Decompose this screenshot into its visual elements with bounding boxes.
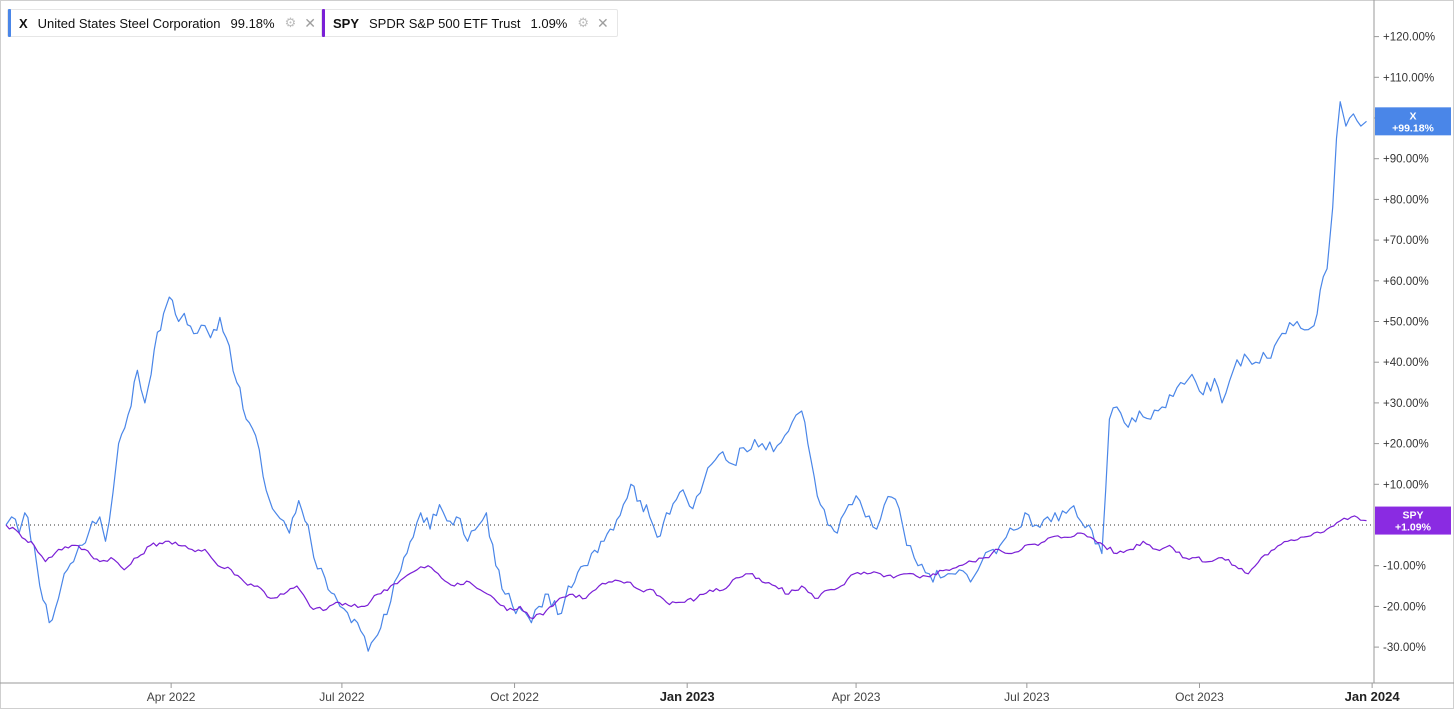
y-axis: +120.00%+110.00%+100.00%+90.00%+80.00%+7… [1373,0,1435,683]
x-tick-label: Jul 2022 [319,690,365,704]
series-lines [5,101,1367,652]
chart-plot[interactable]: +120.00%+110.00%+100.00%+90.00%+80.00%+7… [0,0,1454,709]
y-tick-label: -20.00% [1383,601,1426,613]
x-tick-label: Jan 2024 [1345,689,1401,704]
y-tick-label: +70.00% [1383,235,1429,247]
y-tick-label: +80.00% [1383,194,1429,206]
y-tick-label: +10.00% [1383,479,1429,491]
y-tick-label: +20.00% [1383,439,1429,451]
x-axis: Apr 2022 Jul 2022 Oct 2022 Jan 2023 Apr 2023… [0,682,1454,704]
x-tick-label: Oct 2023 [1175,690,1224,704]
x-tick-label: Apr 2023 [832,690,881,704]
x-tick-label: Apr 2022 [147,690,196,704]
series-line-x [5,101,1367,652]
price-badge-x: X+99.18% [1375,107,1451,136]
y-tick-label: +120.00% [1383,32,1435,44]
y-tick-label: +60.00% [1383,276,1429,288]
y-tick-label: +40.00% [1383,357,1429,369]
price-badge-spy: SPY+1.09% [1375,506,1451,535]
y-tick-label: -10.00% [1383,561,1426,573]
y-tick-label: +110.00% [1383,72,1434,84]
series-line-spy [5,515,1367,620]
y-tick-label: -30.00% [1383,642,1426,654]
y-tick-label: +90.00% [1383,154,1429,166]
x-tick-label: Jul 2023 [1004,690,1050,704]
x-tick-label: Oct 2022 [490,690,539,704]
badge-value: +1.09% [1395,522,1432,534]
y-tick-label: +30.00% [1383,398,1429,410]
badge-ticker: X [1409,110,1416,122]
badge-ticker: SPY [1402,510,1423,522]
badge-value: +99.18% [1392,122,1434,134]
x-tick-label: Jan 2023 [660,689,715,704]
y-tick-label: +50.00% [1383,317,1429,329]
